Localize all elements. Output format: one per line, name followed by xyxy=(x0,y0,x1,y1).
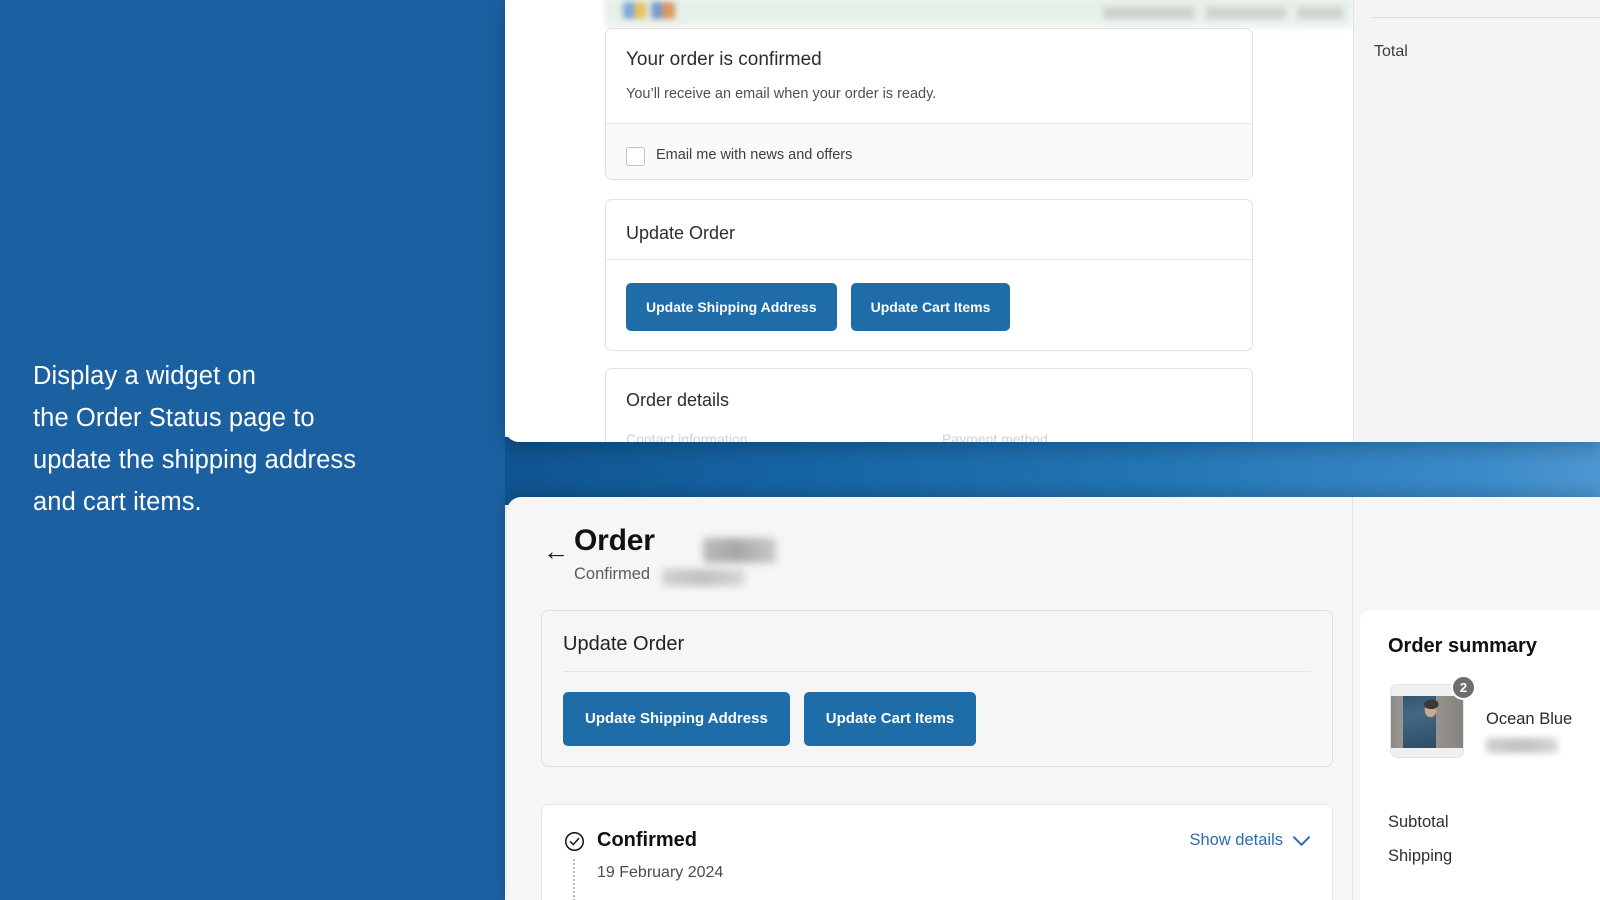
order-date-redacted xyxy=(662,569,745,586)
background-gradient-band xyxy=(505,437,1600,505)
card-divider xyxy=(606,259,1252,260)
order-confirmed-title: Your order is confirmed xyxy=(626,49,822,70)
timeline-connector xyxy=(573,859,575,900)
order-summary-title: Order summary xyxy=(1388,635,1537,657)
order-status-page-screenshot-top: Total Your order is confirmed You’ll rec… xyxy=(505,0,1600,442)
order-status-page-screenshot-bottom: ← Order Confirmed Update Order Update Sh… xyxy=(507,497,1600,900)
update-order-button-row: Update Shipping Address Update Cart Item… xyxy=(626,283,1011,331)
update-shipping-address-button[interactable]: Update Shipping Address xyxy=(626,283,837,331)
product-variant-redacted xyxy=(1486,738,1558,753)
update-order-title: Update Order xyxy=(626,223,736,243)
storefront-page: Total Your order is confirmed You’ll rec… xyxy=(505,0,1600,442)
total-label: Total xyxy=(1374,43,1408,60)
order-confirmed-card: Your order is confirmed You’ll receive a… xyxy=(605,28,1253,180)
update-order-card-bottom: Update Order Update Shipping Address Upd… xyxy=(541,610,1333,767)
content-summary-divider xyxy=(1352,497,1353,900)
update-cart-items-button[interactable]: Update Cart Items xyxy=(850,283,1011,331)
update-order-button-row: Update Shipping Address Update Cart Item… xyxy=(563,692,977,746)
brand-panel: Display a widget on the Order Status pag… xyxy=(0,0,505,900)
order-number-redacted xyxy=(703,538,776,563)
update-cart-items-button[interactable]: Update Cart Items xyxy=(803,692,977,746)
order-details-title: Order details xyxy=(626,390,730,410)
page-title: Order xyxy=(574,524,655,557)
quantity-badge: 2 xyxy=(1451,675,1476,700)
store-header-bar xyxy=(605,0,1353,28)
show-details-toggle[interactable]: Show details xyxy=(1189,831,1311,850)
rail-divider xyxy=(1373,17,1600,18)
product-name: Ocean Blue xyxy=(1486,710,1573,728)
timeline-status-date: 19 February 2024 xyxy=(597,864,724,881)
card-divider xyxy=(563,671,1311,672)
check-circle-icon xyxy=(565,832,584,851)
order-summary-card: Order summary 2 Ocean Blue Subtotal Ship… xyxy=(1360,610,1600,900)
order-timeline-card: Confirmed 19 February 2024 Show details xyxy=(541,804,1333,900)
arrow-left-icon[interactable]: ← xyxy=(543,538,569,564)
timeline-status-title: Confirmed xyxy=(597,829,697,851)
store-nav-links xyxy=(1103,7,1343,19)
marketing-optin-checkbox[interactable] xyxy=(626,147,645,166)
brand-caption: Display a widget on the Order Status pag… xyxy=(33,362,357,516)
store-logo-icon xyxy=(623,2,675,19)
payment-method-label: Payment method xyxy=(942,431,1048,442)
shipping-label: Shipping xyxy=(1388,847,1453,865)
subtotal-label: Subtotal xyxy=(1388,813,1449,831)
order-status-label: Confirmed xyxy=(574,565,651,583)
marketing-optin-row[interactable]: Email me with news and offers xyxy=(606,124,1252,179)
update-order-title: Update Order xyxy=(563,633,685,655)
marketing-optin-label: Email me with news and offers xyxy=(656,147,853,163)
show-details-label: Show details xyxy=(1189,831,1283,849)
order-details-card: Order details Contact information Paymen… xyxy=(605,368,1253,442)
product-thumbnail: 2 xyxy=(1390,675,1476,758)
order-summary-rail: Total xyxy=(1353,0,1600,442)
screenshot-canvas: Display a widget on the Order Status pag… xyxy=(0,0,1600,900)
update-shipping-address-button[interactable]: Update Shipping Address xyxy=(563,692,790,746)
contact-information-label: Contact information xyxy=(626,431,748,442)
update-order-card-top: Update Order Update Shipping Address Upd… xyxy=(605,199,1253,351)
order-confirmed-subtitle: You’ll receive an email when your order … xyxy=(626,86,937,102)
product-photo xyxy=(1391,696,1463,748)
chevron-down-icon xyxy=(1292,835,1311,846)
